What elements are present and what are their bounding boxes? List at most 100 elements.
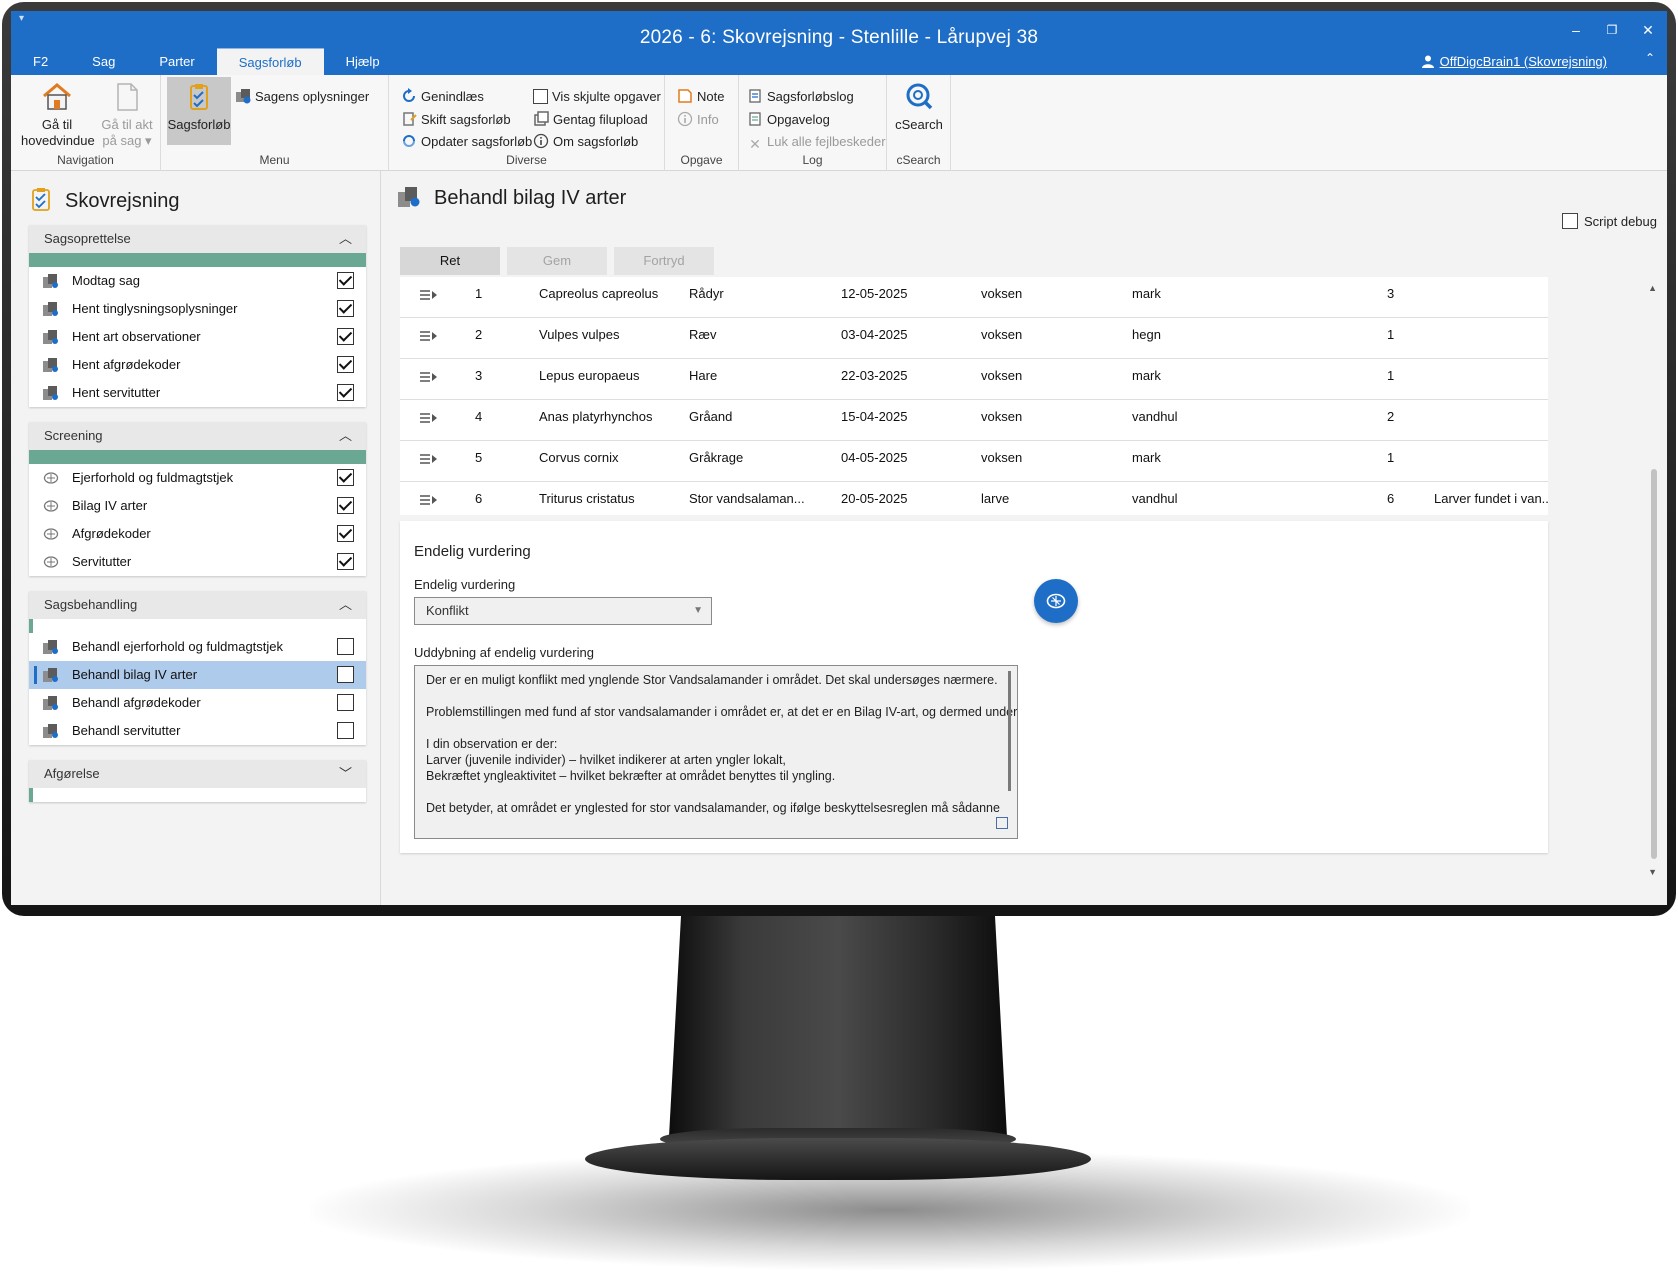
cell-count: 3 xyxy=(1387,286,1395,301)
table-row[interactable]: 6 Triturus cristatus Stor vandsalaman...… xyxy=(400,482,1548,515)
item-checkbox[interactable] xyxy=(337,272,354,289)
expand-textarea-icon[interactable] xyxy=(996,817,1008,829)
close-button[interactable]: ✕ xyxy=(1631,17,1665,43)
goto-main-label-2: hovedvindue xyxy=(21,133,95,148)
info-button[interactable]: Info xyxy=(677,110,719,130)
item-checkbox[interactable] xyxy=(337,553,354,570)
item-checkbox[interactable] xyxy=(337,384,354,401)
om-sagsforlob-button[interactable]: Om sagsforløb xyxy=(533,132,638,152)
tab-sag[interactable]: Sag xyxy=(70,48,137,75)
user-link[interactable]: OffDigcBrain1 (Skovrejsning) xyxy=(1421,54,1607,69)
section-header[interactable]: Sagsoprettelse ︿ xyxy=(29,225,366,253)
row-expand-icon[interactable] xyxy=(420,452,438,466)
item-label: Hent afgrødekoder xyxy=(72,357,181,372)
ret-button[interactable]: Ret xyxy=(400,247,500,275)
genindlaes-button[interactable]: Genindlæs xyxy=(401,87,484,107)
script-debug-checkbox[interactable]: Script debug xyxy=(1562,213,1657,229)
cell-danish: Rådyr xyxy=(689,286,724,301)
list-item[interactable]: Behandl servitutter xyxy=(29,717,366,745)
list-item[interactable]: Bilag IV arter xyxy=(29,492,366,520)
list-item[interactable]: Modtag sag xyxy=(29,267,366,295)
minimize-button[interactable]: – xyxy=(1559,17,1593,43)
list-item[interactable]: Behandl afgrødekoder xyxy=(29,689,366,717)
list-item[interactable]: Hent servitutter xyxy=(29,379,366,407)
opdater-sagsforlob-button[interactable]: Opdater sagsforløb xyxy=(401,132,532,152)
chevron-down-icon[interactable]: ﹀ xyxy=(339,760,352,788)
item-checkbox[interactable] xyxy=(337,497,354,514)
table-row[interactable]: 2 Vulpes vulpes Ræv 03-04-2025 voksen he… xyxy=(400,318,1548,359)
list-item-selected[interactable]: Behandl bilag IV arter xyxy=(29,661,366,689)
item-checkbox[interactable] xyxy=(337,300,354,317)
cell-date: 15-04-2025 xyxy=(841,409,908,424)
table-row[interactable]: 3 Lepus europaeus Hare 22-03-2025 voksen… xyxy=(400,359,1548,400)
item-checkbox[interactable] xyxy=(337,638,354,655)
item-checkbox[interactable] xyxy=(337,694,354,711)
explanation-textarea[interactable]: Der er en muligt konflikt med ynglende S… xyxy=(414,665,1018,839)
list-item[interactable]: Hent art observationer xyxy=(29,323,366,351)
chevron-up-icon[interactable]: ︿ xyxy=(339,591,352,619)
gentag-filupload-button[interactable]: Gentag filupload xyxy=(533,110,648,130)
item-checkbox[interactable] xyxy=(337,666,354,683)
restore-button[interactable]: ❐ xyxy=(1595,17,1629,43)
list-item[interactable]: Behandl ejerforhold og fuldmagtstjek xyxy=(29,633,366,661)
table-row[interactable]: 5 Corvus cornix Gråkrage 04-05-2025 voks… xyxy=(400,441,1548,482)
goto-main-window-button[interactable]: Gå til hovedvindue xyxy=(21,81,95,149)
table-row[interactable]: 1 Capreolus capreolus Rådyr 12-05-2025 v… xyxy=(400,277,1548,318)
sagsforlobslog-button[interactable]: Sagsforløbslog xyxy=(747,87,854,107)
item-label: Behandl bilag IV arter xyxy=(72,667,198,682)
section-header[interactable]: Sagsbehandling ︿ xyxy=(29,591,366,619)
list-item[interactable]: Hent afgrødekoder xyxy=(29,351,366,379)
sagens-oplysninger-button[interactable]: Sagens oplysninger xyxy=(235,87,369,107)
opgavelog-button[interactable]: Opgavelog xyxy=(747,110,830,130)
tab-hjaelp[interactable]: Hjælp xyxy=(324,48,402,75)
row-expand-icon[interactable] xyxy=(420,329,438,343)
section-header[interactable]: Screening ︿ xyxy=(29,422,366,450)
ai-assistant-button[interactable] xyxy=(1034,579,1078,623)
chevron-up-icon[interactable]: ︿ xyxy=(339,225,352,253)
sagsforlob-button[interactable]: Sagsforløb xyxy=(167,77,231,145)
item-checkbox[interactable] xyxy=(337,356,354,373)
vis-skjulte-opgaver-checkbox[interactable]: Vis skjulte opgaver xyxy=(533,87,661,107)
item-checkbox[interactable] xyxy=(337,722,354,739)
fortryd-button[interactable]: Fortryd xyxy=(614,247,714,275)
item-checkbox[interactable] xyxy=(337,525,354,542)
section-header[interactable]: Afgørelse ﹀ xyxy=(29,760,366,788)
ribbon-tabs: F2 Sag Parter Sagsforløb Hjælp xyxy=(11,48,402,75)
note-button[interactable]: Note xyxy=(677,87,724,107)
table-row[interactable]: 4 Anas platyrhynchos Gråand 15-04-2025 v… xyxy=(400,400,1548,441)
section-sagsbehandling: Sagsbehandling ︿ Behandl ejerforhold og f… xyxy=(29,591,366,745)
assessment-dropdown[interactable]: Konflikt ▼ xyxy=(414,597,712,625)
collapse-ribbon-icon[interactable]: ⌃ xyxy=(1645,51,1655,65)
goto-case-document-button[interactable]: Gå til akt på sag ▾ xyxy=(97,81,157,149)
chevron-up-icon[interactable]: ︿ xyxy=(339,422,352,450)
list-item[interactable]: Afgrødekoder xyxy=(29,520,366,548)
luk-alle-fejlbeskeder-button[interactable]: ✕ Luk alle fejlbeskeder xyxy=(747,132,885,152)
gem-button[interactable]: Gem xyxy=(507,247,607,275)
textarea-scrollbar[interactable] xyxy=(1008,671,1011,791)
list-item[interactable]: Servitutter xyxy=(29,548,366,576)
explanation-label: Uddybning af endelig vurdering xyxy=(414,645,594,660)
section-sagsoprettelse: Sagsoprettelse ︿ Modtag sag Hent tinglysn… xyxy=(29,225,366,407)
row-expand-icon[interactable] xyxy=(420,370,438,384)
tab-parter[interactable]: Parter xyxy=(137,48,216,75)
explanation-paragraph: Der er en muligt konflikt med ynglende S… xyxy=(426,673,998,687)
scroll-up-icon[interactable]: ▲ xyxy=(1648,283,1657,293)
main-scrollbar-thumb[interactable] xyxy=(1651,469,1657,859)
row-expand-icon[interactable] xyxy=(420,493,438,507)
quick-access-dropdown-icon[interactable]: ▾ xyxy=(19,13,24,24)
script-debug-label: Script debug xyxy=(1584,214,1657,229)
close-x-icon: ✕ xyxy=(749,136,761,152)
csearch-button[interactable]: cSearch xyxy=(893,81,945,133)
item-checkbox[interactable] xyxy=(337,469,354,486)
scroll-down-icon[interactable]: ▼ xyxy=(1648,867,1657,877)
row-expand-icon[interactable] xyxy=(420,411,438,425)
item-checkbox[interactable] xyxy=(337,328,354,345)
row-expand-icon[interactable] xyxy=(420,288,438,302)
assessment-field-label: Endelig vurdering xyxy=(414,577,516,592)
list-item[interactable]: Ejerforhold og fuldmagtstjek xyxy=(29,464,366,492)
tab-f2[interactable]: F2 xyxy=(11,48,70,75)
skift-sagsforlob-button[interactable]: Skift sagsforløb xyxy=(401,110,511,130)
tab-sagsforlob[interactable]: Sagsforløb xyxy=(216,48,324,75)
cell-date: 04-05-2025 xyxy=(841,450,908,465)
list-item[interactable]: Hent tinglysningsoplysninger xyxy=(29,295,366,323)
